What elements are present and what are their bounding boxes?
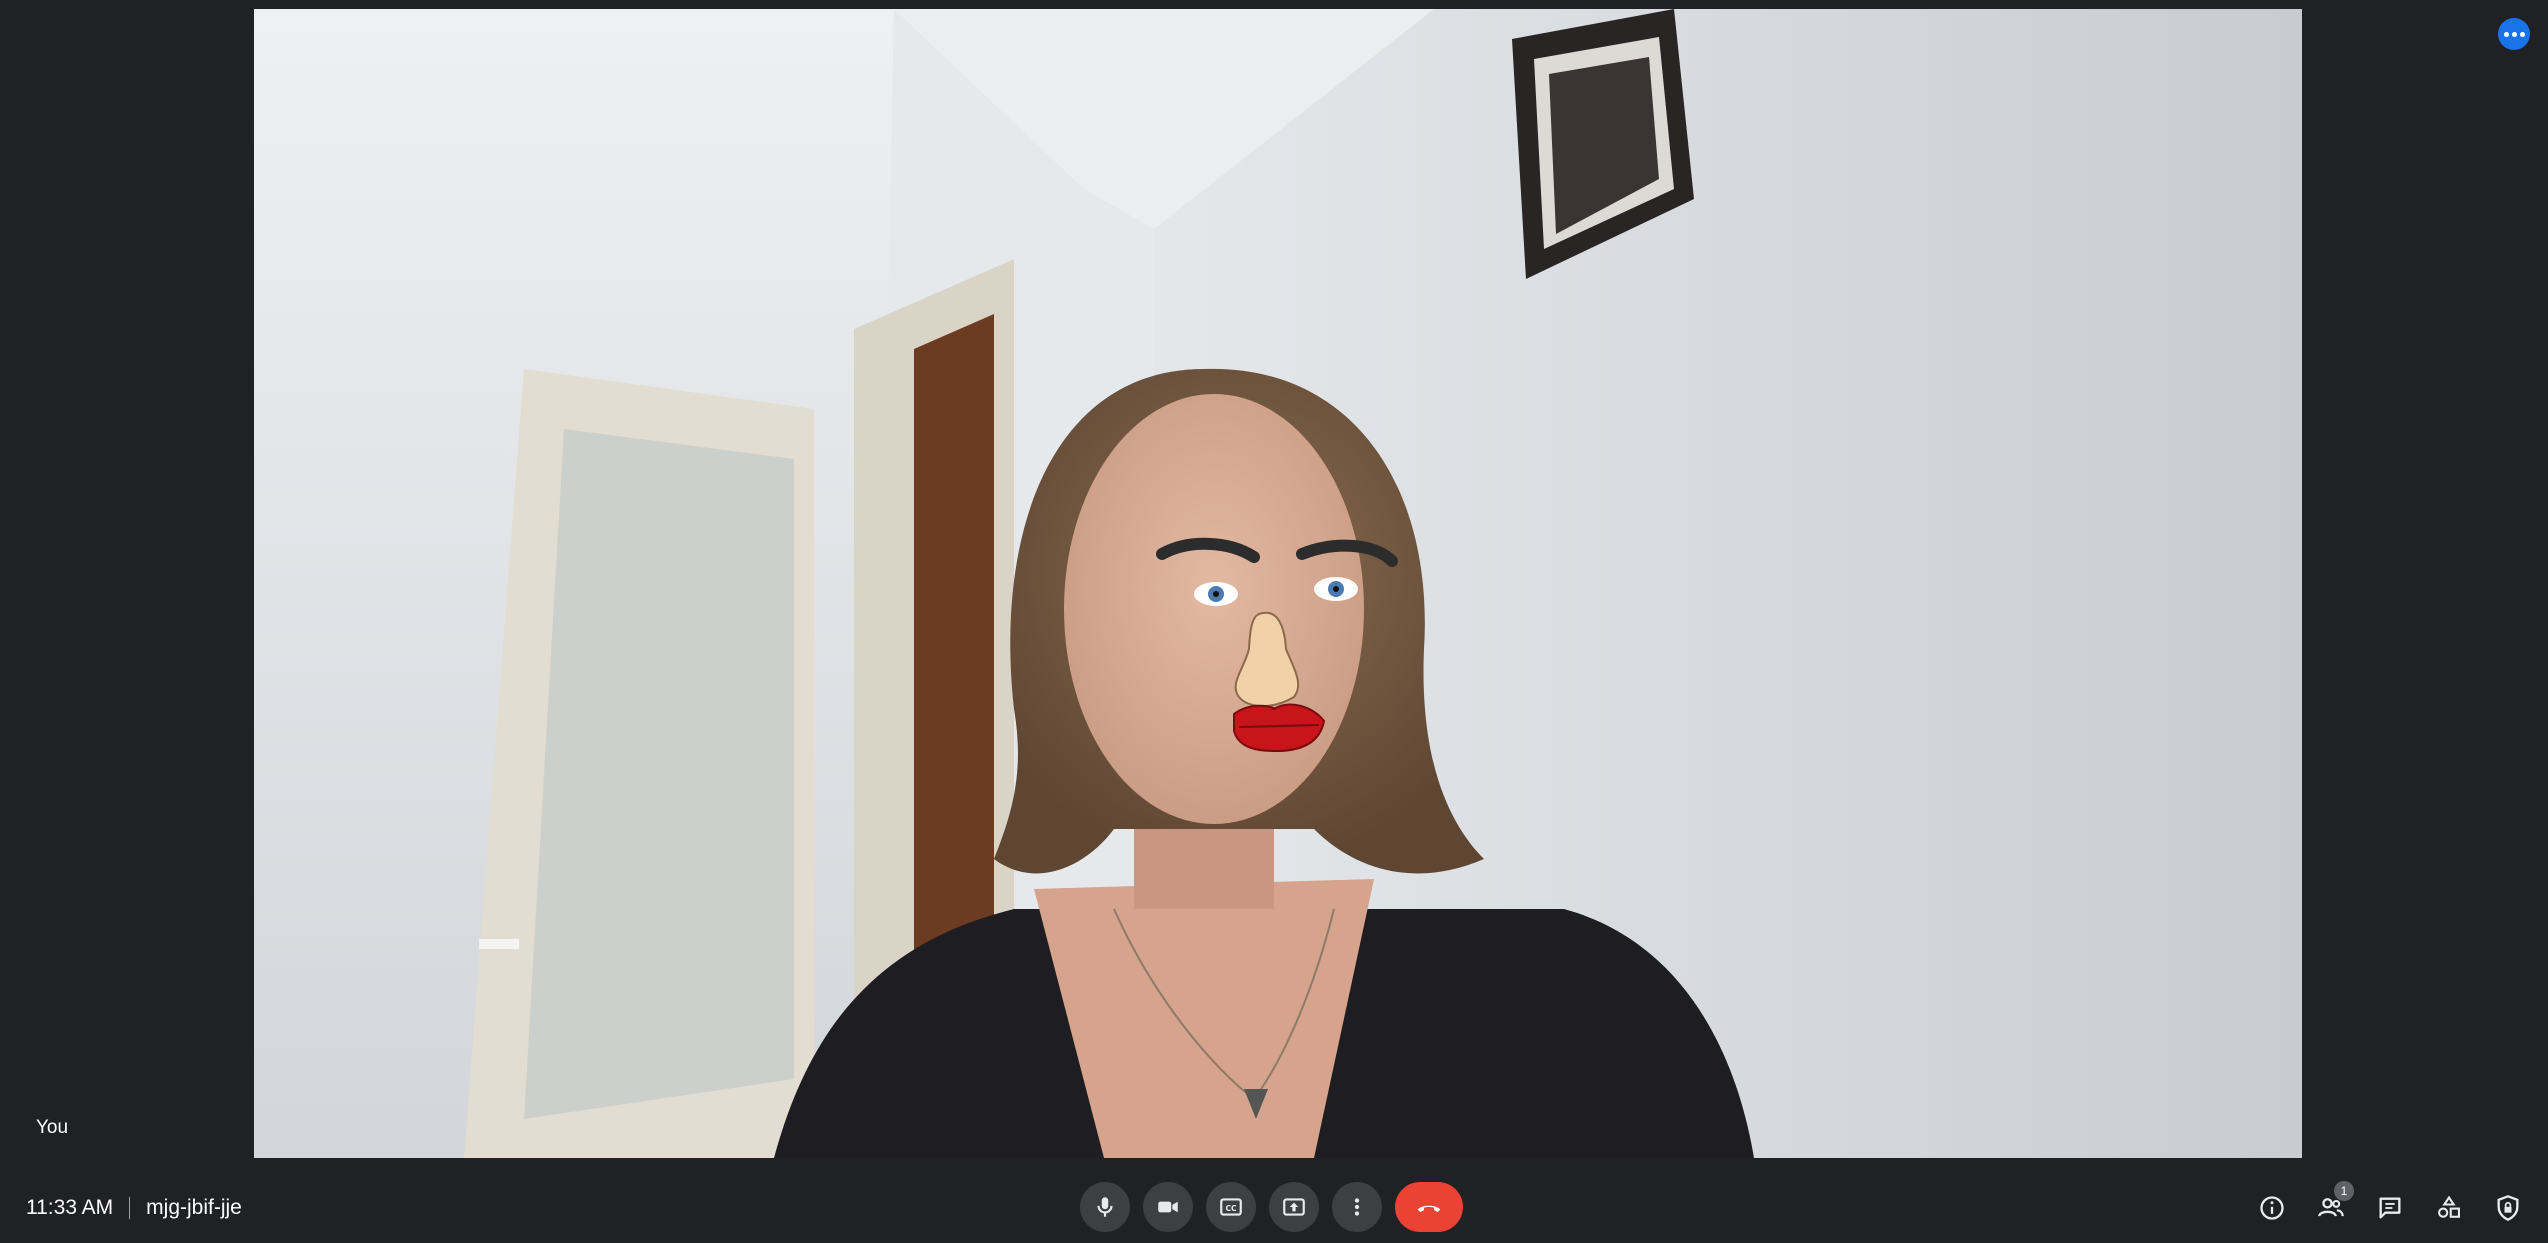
present-screen-button[interactable] [1269,1182,1319,1232]
microphone-icon [1097,1197,1113,1217]
bottom-toolbar: 11:33 AM mjg-jbif-jje CC 1 [0,1172,2548,1243]
more-dots-icon [2503,31,2509,37]
people-button[interactable]: 1 [2311,1180,2354,1228]
chat-icon [2379,1197,2401,1218]
chat-button[interactable] [2370,1188,2410,1228]
self-participant-label: You [36,1117,69,1138]
activities-button[interactable] [2429,1188,2469,1228]
camera-button[interactable] [1143,1182,1193,1232]
info-icon [2260,1195,2284,1220]
hang-up-icon [1417,1205,1441,1212]
activities-shapes-icon [2438,1195,2460,1218]
video-feed [254,9,2302,1158]
meeting-time: 11:33 AM [26,1195,114,1219]
people-count-badge: 1 [2334,1180,2354,1201]
self-video-tile[interactable] [254,9,2302,1158]
more-options-icon [1354,1198,1360,1216]
meeting-details-button[interactable] [2252,1188,2292,1228]
meeting-window: You 11:33 AM mjg-jbif-jje CC 1 [0,0,2548,1243]
leave-call-button[interactable] [1395,1182,1463,1232]
more-options-button[interactable] [1332,1182,1382,1232]
svg-text:CC: CC [1225,1204,1237,1213]
host-controls-button[interactable] [2488,1188,2528,1228]
captions-icon: CC [1220,1198,1242,1216]
captions-button[interactable]: CC [1206,1182,1256,1232]
camera-icon [1158,1201,1178,1213]
meeting-code: mjg-jbif-jje [146,1195,242,1219]
present-screen-icon [1283,1198,1305,1216]
meeting-details: 11:33 AM mjg-jbif-jje [26,1172,242,1243]
meeting-info-divider [129,1196,131,1219]
shield-lock-icon [2497,1194,2519,1221]
more-dots-icon-2 [2511,31,2517,37]
more-dots-icon-3 [2519,31,2525,37]
more-options-top-button[interactable] [2498,18,2530,50]
microphone-button[interactable] [1080,1182,1130,1232]
side-panel-controls: 1 [2252,1172,2547,1243]
call-controls: CC [1080,1182,1463,1232]
